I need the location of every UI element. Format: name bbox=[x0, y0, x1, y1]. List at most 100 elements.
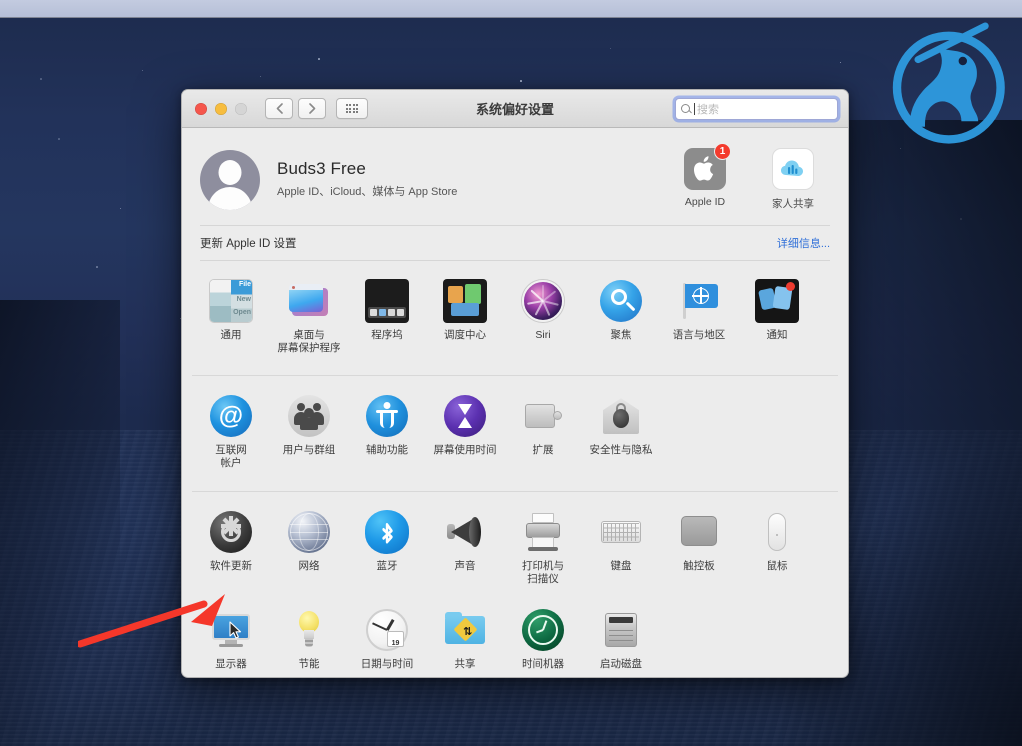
pref-pane-accessibility[interactable]: 辅助功能 bbox=[348, 388, 426, 480]
preferences-row-2[interactable]: @ 互联网 帐户 用户与群组 辅助功能 屏幕使用时间 扩展 安全性与隐私 bbox=[182, 376, 848, 486]
pref-pane-spotlight[interactable]: 聚焦 bbox=[582, 273, 660, 365]
family-sharing-shortcut-label: 家人共享 bbox=[772, 198, 814, 210]
pref-pane-extensions[interactable]: 扩展 bbox=[504, 388, 582, 480]
accessibility-icon bbox=[365, 394, 409, 438]
preferences-row-1[interactable]: File New Open 通用 桌面与 屏幕保护程序 程序坞 调度中心 Siri 聚焦 语言与地… bbox=[182, 261, 848, 371]
pref-pane-siri[interactable]: Siri bbox=[504, 273, 582, 365]
spotlight-icon bbox=[599, 279, 643, 323]
account-name: Buds3 Free bbox=[277, 159, 366, 178]
star bbox=[40, 78, 42, 80]
pref-pane-energy-saver[interactable]: 节能 bbox=[270, 602, 348, 677]
security-privacy-icon bbox=[599, 394, 643, 438]
pref-pane-notifications[interactable]: 通知 bbox=[738, 273, 816, 365]
pref-pane-startup-disk[interactable]: 启动磁盘 bbox=[582, 602, 660, 677]
details-link[interactable]: 详细信息... bbox=[777, 235, 830, 251]
apple-id-shortcut-label: Apple ID bbox=[684, 196, 726, 208]
pref-pane-trackpad[interactable]: 触控板 bbox=[660, 504, 738, 596]
pref-pane-general[interactable]: File New Open 通用 bbox=[192, 273, 270, 365]
knight-logo-watermark bbox=[892, 22, 1005, 144]
icon-row[interactable]: 软件更新 网络 蓝牙 声音 打印机与 扫描仪 键盘 触控板 鼠标 bbox=[192, 504, 838, 596]
extensions-icon bbox=[521, 394, 565, 438]
pref-pane-network[interactable]: 网络 bbox=[270, 504, 348, 596]
pref-pane-label: 扩展 bbox=[532, 444, 554, 457]
icon-row[interactable]: 显示器 节能 19 日期与时间 ⇅ 共享 时间机器 启动磁盘 bbox=[192, 602, 838, 677]
desktop-screensaver-icon bbox=[287, 279, 331, 323]
pref-pane-displays[interactable]: 显示器 bbox=[192, 602, 270, 677]
pref-pane-label: 键盘 bbox=[610, 559, 632, 572]
pref-pane-label: 互联网 帐户 bbox=[215, 444, 247, 470]
pref-pane-sharing[interactable]: ⇅ 共享 bbox=[426, 602, 504, 677]
preferences-row-4[interactable]: 显示器 节能 19 日期与时间 ⇅ 共享 时间机器 启动磁盘 bbox=[182, 602, 848, 677]
pref-pane-software-update[interactable]: 软件更新 bbox=[192, 504, 270, 596]
pref-pane-keyboard[interactable]: 键盘 bbox=[582, 504, 660, 596]
star bbox=[96, 266, 98, 268]
pref-pane-label: 软件更新 bbox=[210, 559, 252, 572]
search-field-wrapper[interactable]: 搜索 bbox=[675, 98, 838, 120]
displays-icon bbox=[209, 608, 253, 652]
close-button-icon[interactable] bbox=[195, 102, 207, 115]
pref-pane-label: 鼠标 bbox=[766, 559, 788, 572]
traffic-light-controls[interactable] bbox=[195, 102, 247, 115]
notifications-icon bbox=[755, 279, 799, 323]
dock-icon bbox=[365, 279, 409, 323]
update-notice-text: 更新 Apple ID 设置 bbox=[200, 238, 297, 250]
language-region-icon bbox=[677, 279, 721, 323]
apple-logo-icon: 1 bbox=[684, 143, 731, 190]
search-input[interactable]: 搜索 bbox=[675, 98, 838, 120]
family-sharing-shortcut[interactable]: 家人共享 bbox=[762, 148, 824, 211]
account-text-block: Buds3 Free Apple ID、iCloud、媒体与 App Store bbox=[277, 159, 457, 199]
icon-row[interactable]: @ 互联网 帐户 用户与群组 辅助功能 屏幕使用时间 扩展 安全性与隐私 bbox=[192, 388, 838, 480]
screen-time-icon bbox=[443, 394, 487, 438]
family-sharing-cloud-icon bbox=[772, 148, 814, 190]
pref-pane-label: 网络 bbox=[298, 559, 320, 572]
pref-pane-security-privacy[interactable]: 安全性与隐私 bbox=[582, 388, 660, 480]
minimize-button-icon[interactable] bbox=[215, 102, 227, 115]
sound-icon bbox=[443, 510, 487, 554]
update-notice-bar[interactable]: 更新 Apple ID 设置 详细信息... bbox=[200, 225, 830, 261]
menu-bar bbox=[0, 0, 1022, 18]
pref-pane-screen-time[interactable]: 屏幕使用时间 bbox=[426, 388, 504, 480]
apple-id-shortcut[interactable]: 1 Apple ID bbox=[674, 143, 736, 211]
back-button[interactable] bbox=[265, 98, 293, 119]
account-shortcuts[interactable]: 1 Apple ID 家人共享 bbox=[674, 143, 830, 211]
pref-pane-label: 打印机与 扫描仪 bbox=[522, 559, 564, 585]
window-titlebar[interactable]: 系统偏好设置 搜索 bbox=[182, 90, 848, 128]
sharing-icon: ⇅ bbox=[443, 608, 487, 652]
pref-pane-date-time[interactable]: 19 日期与时间 bbox=[348, 602, 426, 677]
mouse-icon bbox=[755, 510, 799, 554]
preferences-row-3[interactable]: 软件更新 网络 蓝牙 声音 打印机与 扫描仪 键盘 触控板 鼠标 bbox=[182, 492, 848, 602]
star bbox=[840, 62, 842, 64]
forward-button[interactable] bbox=[298, 98, 326, 119]
pref-pane-time-machine[interactable]: 时间机器 bbox=[504, 602, 582, 677]
show-all-grid-button[interactable] bbox=[336, 98, 368, 119]
pref-pane-users-groups[interactable]: 用户与群组 bbox=[270, 388, 348, 480]
pref-pane-label: 蓝牙 bbox=[376, 559, 398, 572]
pref-pane-label: 显示器 bbox=[215, 657, 247, 670]
pref-pane-label: 聚焦 bbox=[610, 329, 632, 341]
pref-pane-dock[interactable]: 程序坞 bbox=[348, 273, 426, 365]
pref-pane-label: 辅助功能 bbox=[366, 444, 408, 457]
pref-pane-desktop-screensaver[interactable]: 桌面与 屏幕保护程序 bbox=[270, 273, 348, 365]
pref-pane-label: 节能 bbox=[298, 657, 320, 670]
pref-pane-label: 共享 bbox=[454, 657, 476, 670]
trackpad-icon bbox=[677, 510, 721, 554]
date-time-icon: 19 bbox=[365, 608, 409, 652]
icon-row[interactable]: File New Open 通用 桌面与 屏幕保护程序 程序坞 调度中心 Siri 聚焦 语言与地… bbox=[192, 273, 838, 365]
mission-control-icon bbox=[443, 279, 487, 323]
time-machine-icon bbox=[521, 608, 565, 652]
navigation-buttons[interactable] bbox=[265, 98, 326, 119]
pref-pane-mission-control[interactable]: 调度中心 bbox=[426, 273, 504, 365]
system-preferences-window[interactable]: 系统偏好设置 搜索 Buds3 Free Apple ID、iCloud、媒体与… bbox=[181, 89, 849, 678]
pref-pane-language-region[interactable]: 语言与地区 bbox=[660, 273, 738, 365]
avatar[interactable] bbox=[200, 150, 260, 210]
pref-pane-label: 时间机器 bbox=[522, 657, 564, 670]
pref-pane-sound[interactable]: 声音 bbox=[426, 504, 504, 596]
pref-pane-label: 启动磁盘 bbox=[600, 657, 642, 670]
pref-pane-printers-scanners[interactable]: 打印机与 扫描仪 bbox=[504, 504, 582, 596]
pref-pane-mouse[interactable]: 鼠标 bbox=[738, 504, 816, 596]
pref-pane-internet-accounts[interactable]: @ 互联网 帐户 bbox=[192, 388, 270, 480]
apple-id-header[interactable]: Buds3 Free Apple ID、iCloud、媒体与 App Store… bbox=[182, 128, 848, 225]
status-badge: 1 bbox=[714, 143, 731, 160]
pref-pane-bluetooth[interactable]: 蓝牙 bbox=[348, 504, 426, 596]
search-icon bbox=[681, 103, 692, 115]
